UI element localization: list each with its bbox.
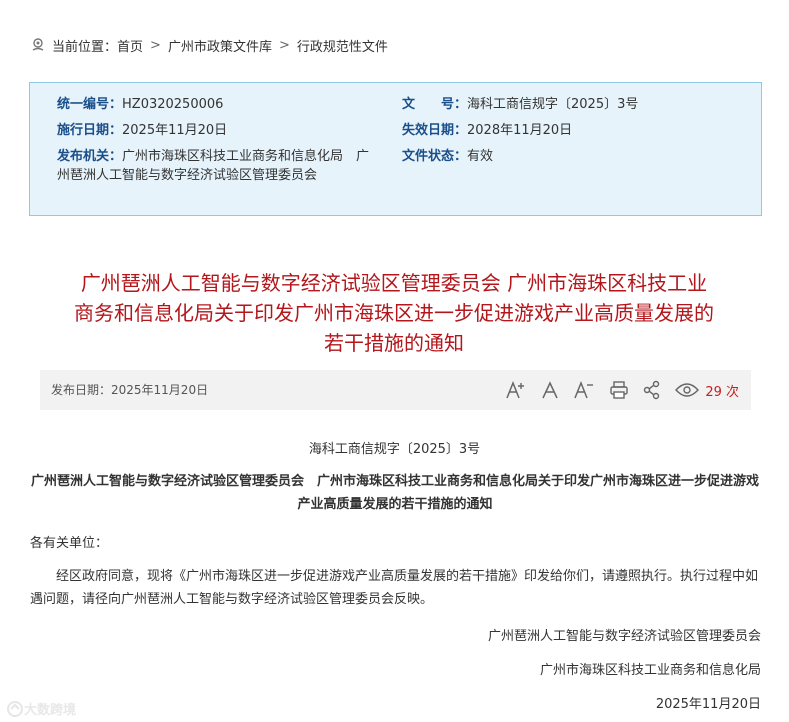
breadcrumb-policy-library-link[interactable]: 广州市政策文件库 <box>168 36 272 55</box>
serial-number-row: 统一编号：HZ0320250006 <box>57 95 223 114</box>
signatory-bureau: 广州市海珠区科技工业商务和信息化局 <box>539 663 761 678</box>
status-label: 文件状态： <box>402 149 468 164</box>
font-increase-button[interactable] <box>505 378 527 402</box>
watermark-logo-icon <box>7 700 23 717</box>
font-increase-icon <box>506 380 525 399</box>
font-reset-icon <box>542 381 558 399</box>
breadcrumb-separator: > <box>278 37 290 53</box>
status-value: 有效 <box>467 149 494 164</box>
font-reset-button[interactable] <box>541 378 559 402</box>
body-paragraph: 经区政府同意，现将《广州市海珠区进一步促进游戏产业高质量发展的若干措施》印发给你… <box>30 569 759 607</box>
issuer-row: 发布机关：广州市海珠区科技工业商务和信息化局 广州琶洲人工智能与数字经济试验区管… <box>57 147 377 185</box>
expiry-date-label: 失效日期： <box>402 123 468 138</box>
watermark: 大数跨境 <box>6 699 76 718</box>
page-title: 广州琶洲人工智能与数字经济试验区管理委员会 广州市海珠区科技工业商务和信息化局关… <box>74 271 714 356</box>
status-row: 文件状态：有效 <box>402 147 493 166</box>
share-button[interactable] <box>643 378 661 402</box>
view-count: 29 次 <box>675 378 739 402</box>
sign-date: 2025年11月20日 <box>655 697 761 712</box>
print-icon <box>610 381 629 399</box>
doc-number-label: 文 号： <box>402 97 468 112</box>
font-decrease-button[interactable] <box>573 378 595 402</box>
doc-number-row: 文 号：海科工商信规字〔2025〕3号 <box>402 95 638 114</box>
document-info-box: 统一编号：HZ0320250006 文 号：海科工商信规字〔2025〕3号 施行… <box>29 82 762 216</box>
doc-number-value: 海科工商信规字〔2025〕3号 <box>467 97 639 112</box>
expiry-date-row: 失效日期：2028年11月20日 <box>402 121 572 140</box>
effective-date-row: 施行日期：2025年11月20日 <box>57 121 227 140</box>
breadcrumb-normative-docs-link[interactable]: 行政规范性文件 <box>297 36 388 55</box>
location-pin-icon <box>32 38 44 51</box>
breadcrumb: 当前位置： 首页 > 广州市政策文件库 > 行政规范性文件 <box>30 36 388 55</box>
watermark-text: 大数跨境 <box>24 703 77 718</box>
article-meta-bar: 发布日期：2025年11月20日 29 次 <box>40 370 751 410</box>
serial-number-label: 统一编号： <box>57 97 123 112</box>
article-tools: 29 次 <box>491 378 739 402</box>
document-number: 海科工商信规字〔2025〕3号 <box>308 442 481 457</box>
serial-number-value: HZ0320250006 <box>122 97 224 112</box>
breadcrumb-separator: > <box>150 37 161 53</box>
effective-date-label: 施行日期： <box>57 123 123 138</box>
signatory-committee: 广州琶洲人工智能与数字经济试验区管理委员会 <box>487 629 761 644</box>
view-count-value: 29 次 <box>705 384 739 400</box>
print-button[interactable] <box>609 378 629 402</box>
issuer-label: 发布机关： <box>57 149 123 164</box>
expiry-date-value: 2028年11月20日 <box>467 123 573 138</box>
publish-date: 发布日期：2025年11月20日 <box>51 383 209 397</box>
addressee: 各有关单位： <box>30 536 109 551</box>
eye-icon <box>675 383 700 397</box>
breadcrumb-home-link[interactable]: 首页 <box>117 36 143 55</box>
effective-date-value: 2025年11月20日 <box>122 123 228 138</box>
breadcrumb-prefix: 当前位置： <box>52 39 118 55</box>
document-subtitle: 广州琶洲人工智能与数字经济试验区管理委员会 广州市海珠区科技工业商务和信息化局关… <box>30 474 759 512</box>
font-decrease-icon <box>574 380 594 399</box>
share-icon <box>644 380 660 400</box>
